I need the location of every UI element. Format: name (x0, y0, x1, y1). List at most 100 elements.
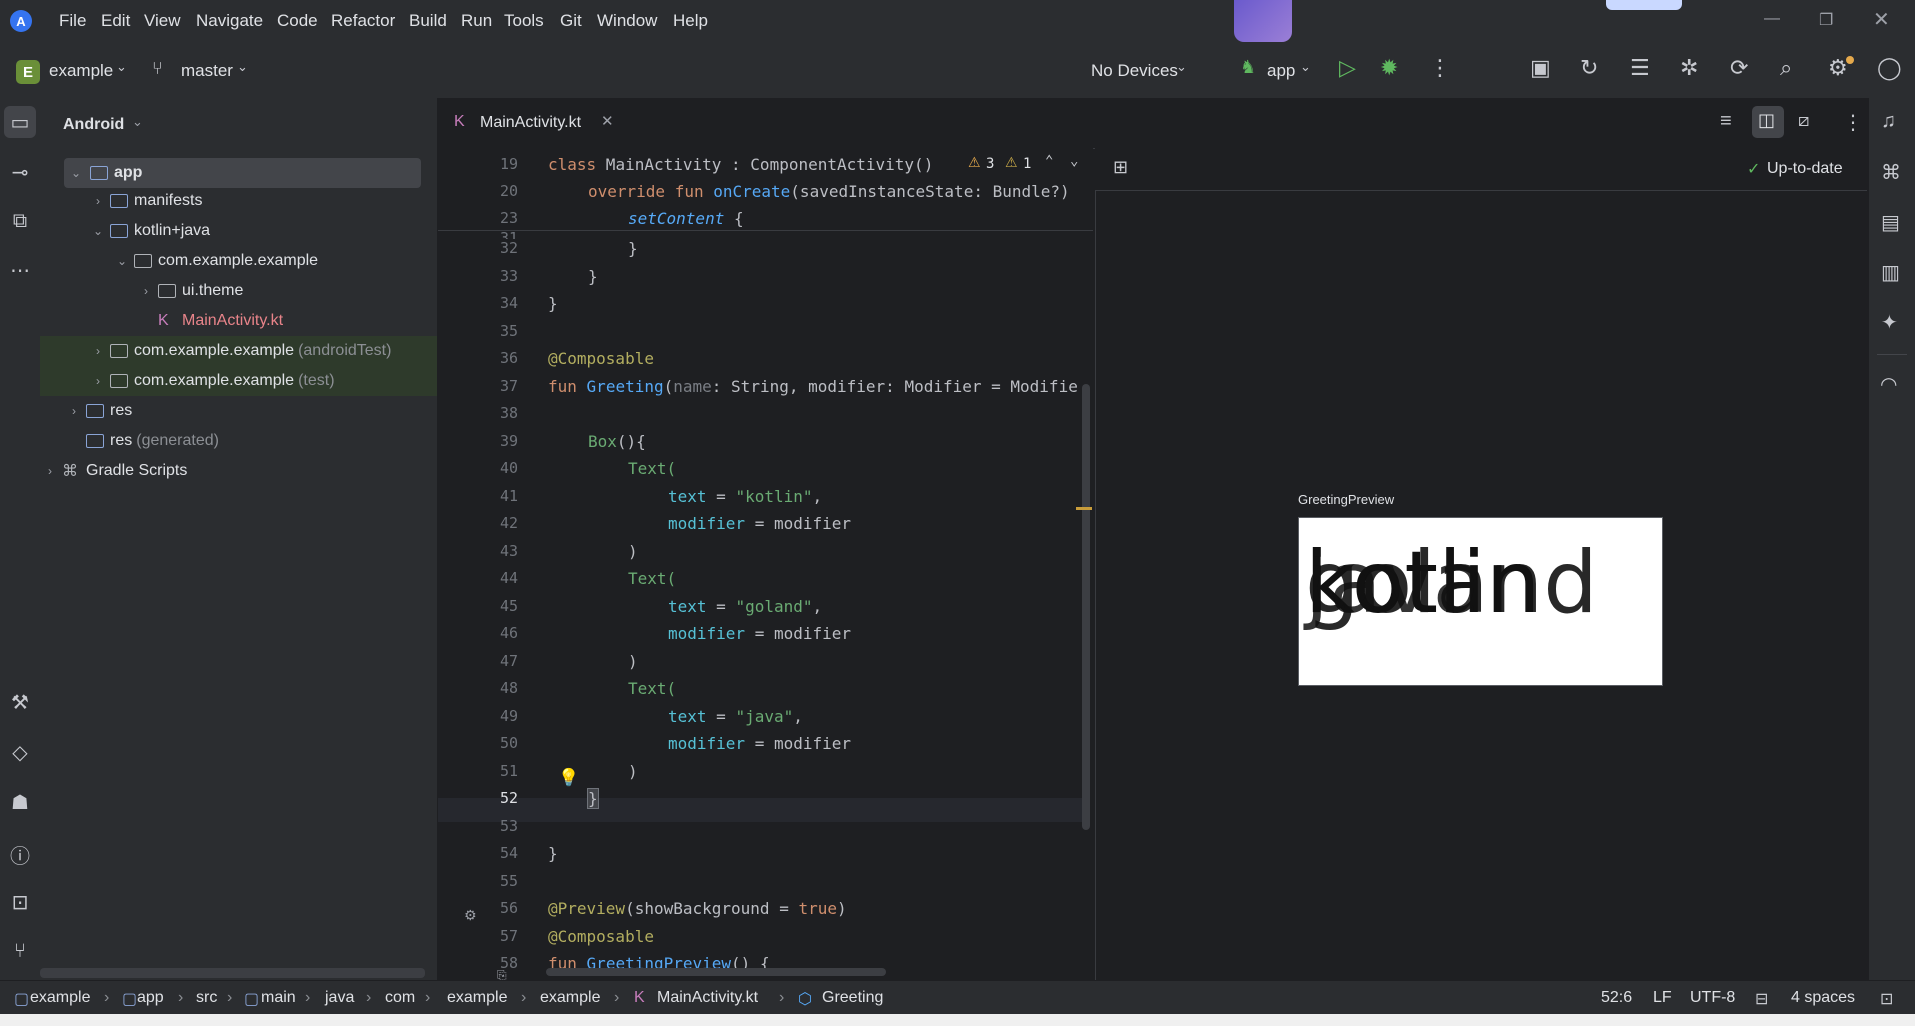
tree-item-package-main[interactable]: ⌄ com.example.example (40, 246, 437, 276)
weak-warning-icon[interactable]: ⚠ (1005, 155, 1018, 171)
breadcrumb-item[interactable]: example (447, 989, 507, 1007)
horizontal-scrollbar[interactable] (40, 968, 425, 978)
debug-icon[interactable]: ✹ (1380, 55, 1398, 81)
tree-item-package-test[interactable]: › com.example.example (test) (40, 366, 437, 396)
chevron-right-icon[interactable]: › (42, 464, 58, 478)
chevron-right-icon[interactable]: › (66, 404, 82, 418)
lightbulb-icon[interactable]: 💡 (558, 768, 579, 788)
chevron-down-icon[interactable]: ⌄ (1300, 59, 1311, 75)
chevron-right-icon[interactable]: › (90, 374, 106, 388)
warning-icon[interactable]: ⚠ (968, 155, 981, 171)
settings-gear-icon[interactable]: ⚙ (1828, 55, 1848, 81)
breadcrumb-item[interactable]: Greeting (822, 989, 883, 1007)
chevron-down-icon[interactable]: ⌄ (90, 224, 106, 238)
lock-icon[interactable]: ⊡ (1880, 989, 1893, 1009)
tree-item-ui-theme[interactable]: › ui.theme (40, 276, 437, 306)
line-separator[interactable]: LF (1653, 989, 1672, 1007)
close-window-icon[interactable]: ✕ (1873, 7, 1890, 32)
menu-refactor[interactable]: Refactor (331, 11, 395, 31)
minimize-icon[interactable]: — (1764, 10, 1780, 28)
menu-tools[interactable]: Tools (504, 11, 544, 31)
more-vertical-icon[interactable]: ⋮ (1429, 55, 1451, 81)
menu-build[interactable]: Build (409, 11, 447, 31)
breadcrumb-item[interactable]: src (196, 989, 217, 1007)
indent-setting[interactable]: 4 spaces (1791, 989, 1855, 1007)
tree-item-mainactivity[interactable]: K MainActivity.kt (40, 306, 437, 336)
menu-git[interactable]: Git (560, 11, 582, 31)
chevron-down-icon[interactable]: ⌄ (237, 59, 248, 75)
preview-render[interactable]: kotlin goland java (1298, 517, 1663, 686)
split-view-icon[interactable]: ◫ (1758, 110, 1775, 131)
tree-item-res[interactable]: › res (40, 396, 437, 426)
gem-icon[interactable]: ◇ (0, 740, 40, 765)
device-selector[interactable]: No Devices (1091, 61, 1178, 81)
tree-item-res-generated[interactable]: res (generated) (40, 426, 437, 456)
project-badge[interactable]: E (16, 60, 40, 84)
menu-view[interactable]: View (144, 11, 181, 31)
git-icon[interactable]: ⑂ (0, 940, 40, 963)
breadcrumb-item[interactable]: com (385, 989, 415, 1007)
apply-changes-icon[interactable]: ↻ (1580, 55, 1598, 81)
menu-navigate[interactable]: Navigate (196, 11, 263, 31)
code-editor[interactable]: 19 20 23 31 32 33 34 35 36 37 38 39 40 4… (438, 148, 1093, 982)
resource-manager-icon[interactable]: ⧉ (0, 210, 40, 233)
logcat-icon[interactable]: ☗ (0, 790, 40, 815)
running-devices-icon[interactable]: ▥ (1881, 260, 1900, 285)
chevron-down-icon[interactable]: ⌄ (68, 166, 84, 180)
vertical-scrollbar[interactable] (1082, 384, 1090, 830)
tree-item-manifests[interactable]: › manifests (40, 186, 437, 216)
wifi-icon[interactable]: ◠ (1880, 372, 1897, 397)
breadcrumb-item[interactable]: app (137, 989, 164, 1007)
next-highlight-icon[interactable]: ⌄ (1070, 153, 1078, 169)
menu-edit[interactable]: Edit (101, 11, 130, 31)
menu-file[interactable]: File (59, 11, 86, 31)
profiler-icon[interactable]: ✲ (1680, 55, 1698, 81)
run-config-selector[interactable]: app (1267, 61, 1295, 81)
gemini-sparkle-icon[interactable]: ✦ (1881, 310, 1898, 335)
design-view-icon[interactable]: ⧄ (1798, 110, 1809, 131)
notifications-icon[interactable]: ♫ (1881, 110, 1896, 133)
device-manager-icon[interactable]: ▣ (1530, 55, 1551, 81)
chevron-right-icon[interactable]: › (90, 194, 106, 208)
breadcrumb-item[interactable]: MainActivity.kt (657, 989, 758, 1007)
gradle-icon[interactable]: ⌘ (1881, 160, 1901, 185)
run-icon[interactable]: ▷ (1339, 55, 1356, 81)
chevron-down-icon[interactable]: ⌄ (132, 114, 143, 130)
editor-horizontal-scrollbar[interactable] (546, 968, 886, 976)
more-vertical-icon[interactable]: ⋮ (1843, 110, 1863, 135)
previous-highlight-icon[interactable]: ⌃ (1045, 153, 1053, 169)
tree-item-package-androidtest[interactable]: › com.example.example (androidTest) (40, 336, 437, 366)
menu-window[interactable]: Window (597, 11, 657, 31)
chevron-down-icon[interactable]: ⌄ (1176, 59, 1187, 75)
project-selector[interactable]: example (49, 61, 113, 81)
chevron-down-icon[interactable]: ⌄ (116, 59, 127, 75)
tree-item-app[interactable]: ⌄ app (64, 158, 421, 188)
preview-layout-icon[interactable]: ⊞ (1113, 157, 1128, 178)
sync-icon[interactable]: ☰ (1630, 55, 1650, 81)
breadcrumb-item[interactable]: java (325, 989, 354, 1007)
gradle-sync-icon[interactable]: ⟳ (1730, 55, 1748, 81)
branch-selector[interactable]: master (181, 61, 233, 81)
menu-run[interactable]: Run (461, 11, 492, 31)
tree-item-gradle-scripts[interactable]: › ⌘ Gradle Scripts (40, 456, 437, 486)
chevron-right-icon[interactable]: › (90, 344, 106, 358)
breadcrumb-item[interactable]: main (261, 989, 296, 1007)
chevron-right-icon[interactable]: › (138, 284, 154, 298)
terminal-icon[interactable]: ⊡ (0, 890, 40, 915)
menu-code[interactable]: Code (277, 11, 318, 31)
menu-help[interactable]: Help (673, 11, 708, 31)
device-file-explorer-icon[interactable]: ▤ (1881, 210, 1900, 235)
build-hammer-icon[interactable]: ⚒ (0, 690, 40, 715)
preview-gear-icon[interactable]: ⚙ (464, 908, 477, 924)
breadcrumb-item[interactable]: example (540, 989, 600, 1007)
search-icon[interactable]: ⌕ (1780, 55, 1792, 81)
tree-item-kotlin-java[interactable]: ⌄ kotlin+java (40, 216, 437, 246)
problems-icon[interactable]: ⓘ (0, 840, 40, 869)
file-encoding[interactable]: UTF-8 (1690, 989, 1735, 1007)
restore-icon[interactable]: ❐ (1819, 10, 1833, 30)
chevron-down-icon[interactable]: ⌄ (114, 254, 130, 268)
code-view-icon[interactable]: ≡ (1720, 110, 1732, 133)
breadcrumb-item[interactable]: example (30, 989, 90, 1007)
project-view-selector[interactable]: Android (63, 116, 124, 134)
app-logo-icon[interactable]: A (10, 10, 32, 32)
